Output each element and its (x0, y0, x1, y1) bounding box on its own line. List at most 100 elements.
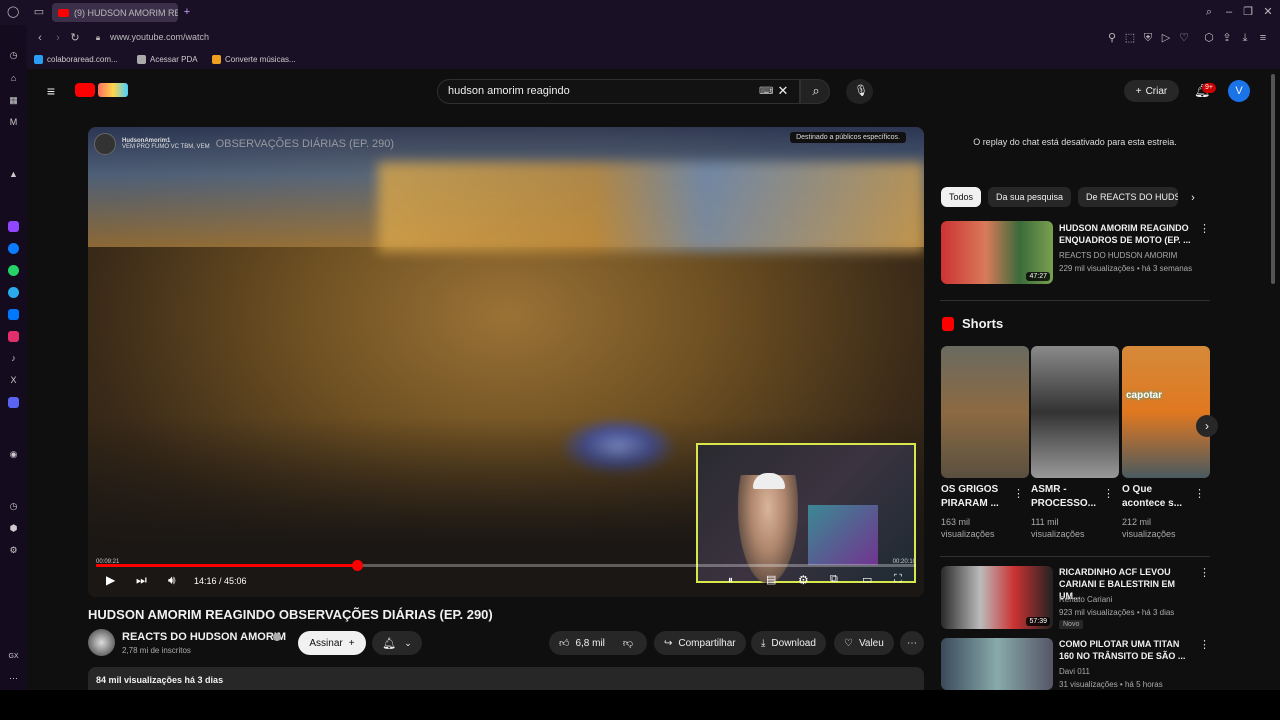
rec-channel-1[interactable]: Renato Cariani (1059, 595, 1112, 604)
autoplay-toggle[interactable]: ⏸ (728, 575, 733, 586)
x-icon[interactable]: X (8, 375, 19, 386)
share-icon[interactable]: ⇪ (1221, 32, 1233, 44)
short-more-icon-2[interactable]: ⋮ (1194, 487, 1205, 500)
short-thumbnail-1[interactable] (1031, 346, 1119, 478)
youtube-logo-icon[interactable] (75, 83, 95, 97)
hamburger-menu-icon[interactable]: ≡ (45, 84, 57, 98)
vk-icon[interactable] (8, 309, 19, 320)
next-button[interactable]: ⏭ (136, 573, 147, 588)
like-count[interactable]: 6,8 mil (575, 638, 604, 649)
short-title-0[interactable]: OS GRIGOS PIRARAM ... (941, 483, 1011, 511)
menu-icon[interactable]: ≡ (1257, 32, 1269, 44)
more-icon[interactable]: ⋯ (8, 673, 19, 684)
rec-title-0[interactable]: HUDSON AMORIM REAGINDO ENQUADROS DE MOTO… (1059, 222, 1194, 246)
account-avatar[interactable]: V (1228, 80, 1250, 102)
miniplayer-icon[interactable]: ⧉ (830, 573, 838, 586)
url-text[interactable]: www.youtube.com/watch (110, 32, 209, 42)
channel-avatar[interactable] (88, 629, 115, 656)
shorts-next-button[interactable]: › (1196, 415, 1218, 437)
rec-more-icon[interactable]: ⋮ (1199, 222, 1210, 235)
chip-all[interactable]: Todos (941, 187, 982, 207)
rec-thumbnail-0[interactable]: 47:27 (941, 221, 1053, 284)
chip-from-search[interactable]: Da sua pesquisa (988, 187, 1072, 207)
short-thumbnail-0[interactable] (941, 346, 1029, 478)
chips-next-icon[interactable]: › (1187, 192, 1199, 204)
settings-gear-icon[interactable]: ⚙ (798, 573, 809, 587)
rec-more-icon[interactable]: ⋮ (1199, 566, 1210, 579)
create-button[interactable]: + Criar (1124, 80, 1179, 102)
fullscreen-icon[interactable]: ⛶ (894, 573, 902, 586)
extensions-icon[interactable]: ⬡ (1203, 32, 1215, 44)
instagram-icon[interactable] (8, 331, 19, 342)
download-button[interactable]: ⤓ Download (751, 631, 826, 655)
discord-icon[interactable] (8, 397, 19, 408)
opera-logo-icon[interactable]: ◯ (7, 6, 19, 18)
rec-more-icon[interactable]: ⋮ (1199, 638, 1210, 651)
rec-title-2[interactable]: COMO PILOTAR UMA TITAN 160 NO TRÂNSITO D… (1059, 638, 1194, 662)
short-more-icon-1[interactable]: ⋮ (1103, 487, 1114, 500)
settings-icon[interactable]: ⚙ (8, 545, 19, 556)
maximize-icon[interactable]: ❐ (1242, 6, 1254, 18)
thanks-button[interactable]: ♡ Valeu (834, 631, 894, 655)
short-title-2[interactable]: O Que acontece s... (1122, 483, 1192, 511)
rec-thumbnail-1[interactable]: 57:39 (941, 566, 1053, 629)
bookmark-0[interactable]: colaboraread.com... (34, 55, 118, 64)
audience-notice[interactable]: Destinado a públicos específicos. (790, 132, 906, 143)
messenger-icon[interactable] (8, 243, 19, 254)
short-title-1[interactable]: ASMR - PROCESSO... (1031, 483, 1101, 511)
twitch-icon[interactable] (8, 221, 19, 232)
progress-bar[interactable] (96, 560, 916, 571)
share-button[interactable]: ↪ Compartilhar (654, 631, 746, 655)
subscribe-button[interactable]: Assinar + (298, 631, 366, 655)
snapshot-icon[interactable]: ⬚ (1124, 32, 1136, 44)
heart-icon[interactable]: ♡ (1178, 32, 1190, 44)
bookmark-2[interactable]: Converte músicas... (212, 55, 296, 64)
tab-overview-icon[interactable]: ▭ (33, 6, 45, 18)
chip-from-channel[interactable]: De REACTS DO HUDS (1078, 187, 1178, 207)
player-icon[interactable]: ◉ (8, 449, 19, 460)
notification-pref-button[interactable]: 🔔︎ ⌄ (372, 631, 422, 655)
voice-search-button[interactable]: 🎙︎ (846, 79, 873, 104)
like-icon[interactable]: 👍︎ (559, 637, 569, 649)
play-button[interactable]: ▶ (106, 573, 115, 587)
whatsapp-icon[interactable] (8, 265, 19, 276)
search-tabs-icon[interactable]: ⌕ (1203, 6, 1215, 18)
aria-ai-icon[interactable]: ▲ (8, 169, 19, 180)
keyboard-icon[interactable]: ⌨ (759, 86, 773, 98)
volume-icon[interactable]: 🔊︎ (168, 573, 176, 588)
back-icon[interactable]: ‹ (34, 32, 46, 44)
search-button[interactable]: ⌕ (800, 79, 830, 104)
subtitles-icon[interactable]: ▤ (766, 573, 776, 586)
extension-icon[interactable]: ⚲ (1106, 32, 1118, 44)
theater-mode-icon[interactable]: ▭ (862, 573, 872, 586)
aria-icon[interactable]: ⌂ (8, 73, 19, 84)
gx-icon[interactable]: GX (8, 651, 19, 662)
minimize-icon[interactable]: – (1223, 6, 1235, 18)
more-actions-button[interactable]: ⋯ (900, 631, 924, 655)
download-browser-icon[interactable]: ⤓ (1239, 32, 1251, 44)
history-icon[interactable]: ◷ (8, 50, 19, 61)
new-tab-button[interactable]: + (181, 6, 193, 18)
rec-thumbnail-2[interactable] (941, 638, 1053, 690)
short-thumbnail-2[interactable]: capotar (1122, 346, 1210, 478)
browser-tab[interactable]: (9) HUDSON AMORIM RE (52, 3, 178, 22)
clear-search-icon[interactable]: ✕ (777, 84, 789, 97)
reload-icon[interactable]: ↻ (69, 32, 81, 44)
m-icon[interactable]: M (8, 117, 19, 128)
bookmark-1[interactable]: Acessar PDA (137, 55, 198, 64)
telegram-icon[interactable] (8, 287, 19, 298)
short-more-icon-0[interactable]: ⋮ (1013, 487, 1024, 500)
shield-icon[interactable]: ⛨ (1142, 32, 1154, 44)
rec-channel-0[interactable]: REACTS DO HUDSON AMORIM (1059, 251, 1177, 260)
channel-name[interactable]: REACTS DO HUDSON AMORIM (122, 631, 286, 643)
workspace-icon[interactable]: ▦ (8, 95, 19, 106)
close-window-icon[interactable]: ✕ (1262, 6, 1274, 18)
tiktok-icon[interactable]: ♪ (8, 353, 19, 364)
forward-icon[interactable]: › (52, 32, 64, 44)
rec-channel-2[interactable]: Davi 011 (1059, 667, 1090, 676)
dislike-icon[interactable]: 👎︎ (623, 637, 633, 649)
progress-scrubber[interactable] (351, 560, 363, 571)
video-player[interactable]: HudsonAmorim1 VEM PRO FUMO VC TBM, VEM O… (88, 127, 924, 597)
cube-icon[interactable]: ⬢ (8, 523, 19, 534)
clock-icon[interactable]: ◷ (8, 501, 19, 512)
